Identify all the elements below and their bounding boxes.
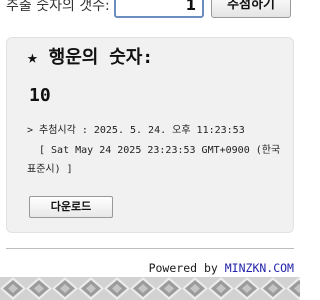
powered-by: Powered by MINZKN.COM bbox=[144, 260, 296, 276]
lucky-number-title: ★ 행운의 숫자: bbox=[27, 47, 154, 68]
chevron-right-icon: > bbox=[27, 125, 34, 136]
footer-pattern bbox=[0, 277, 300, 300]
minzkn-link[interactable]: MINZKN.COM bbox=[225, 261, 294, 275]
download-button[interactable]: 다운로드 bbox=[29, 196, 113, 218]
draw-time: > 추첨시각 : 2025. 5. 24. 오후 11:23:53 bbox=[27, 123, 245, 139]
lucky-number: 10 bbox=[29, 85, 51, 106]
powered-by-label: Powered by bbox=[148, 261, 225, 275]
count-label: 추출 숫자의 갯수: bbox=[6, 0, 110, 14]
draw-time-text: 추첨시각 : 2025. 5. 24. 오후 11:23:53 bbox=[39, 125, 245, 136]
count-input[interactable] bbox=[114, 0, 204, 18]
result-panel: ★ 행운의 숫자: 10 > 추첨시각 : 2025. 5. 24. 오후 11:… bbox=[6, 37, 294, 233]
draw-button[interactable]: 추첨하기 bbox=[211, 0, 291, 18]
draw-form: 추출 숫자의 갯수: 추첨하기 bbox=[0, 0, 300, 20]
divider bbox=[6, 248, 294, 249]
draw-time-detail: [ Sat May 24 2025 23:23:53 GMT+0900 (한국 … bbox=[27, 145, 281, 175]
